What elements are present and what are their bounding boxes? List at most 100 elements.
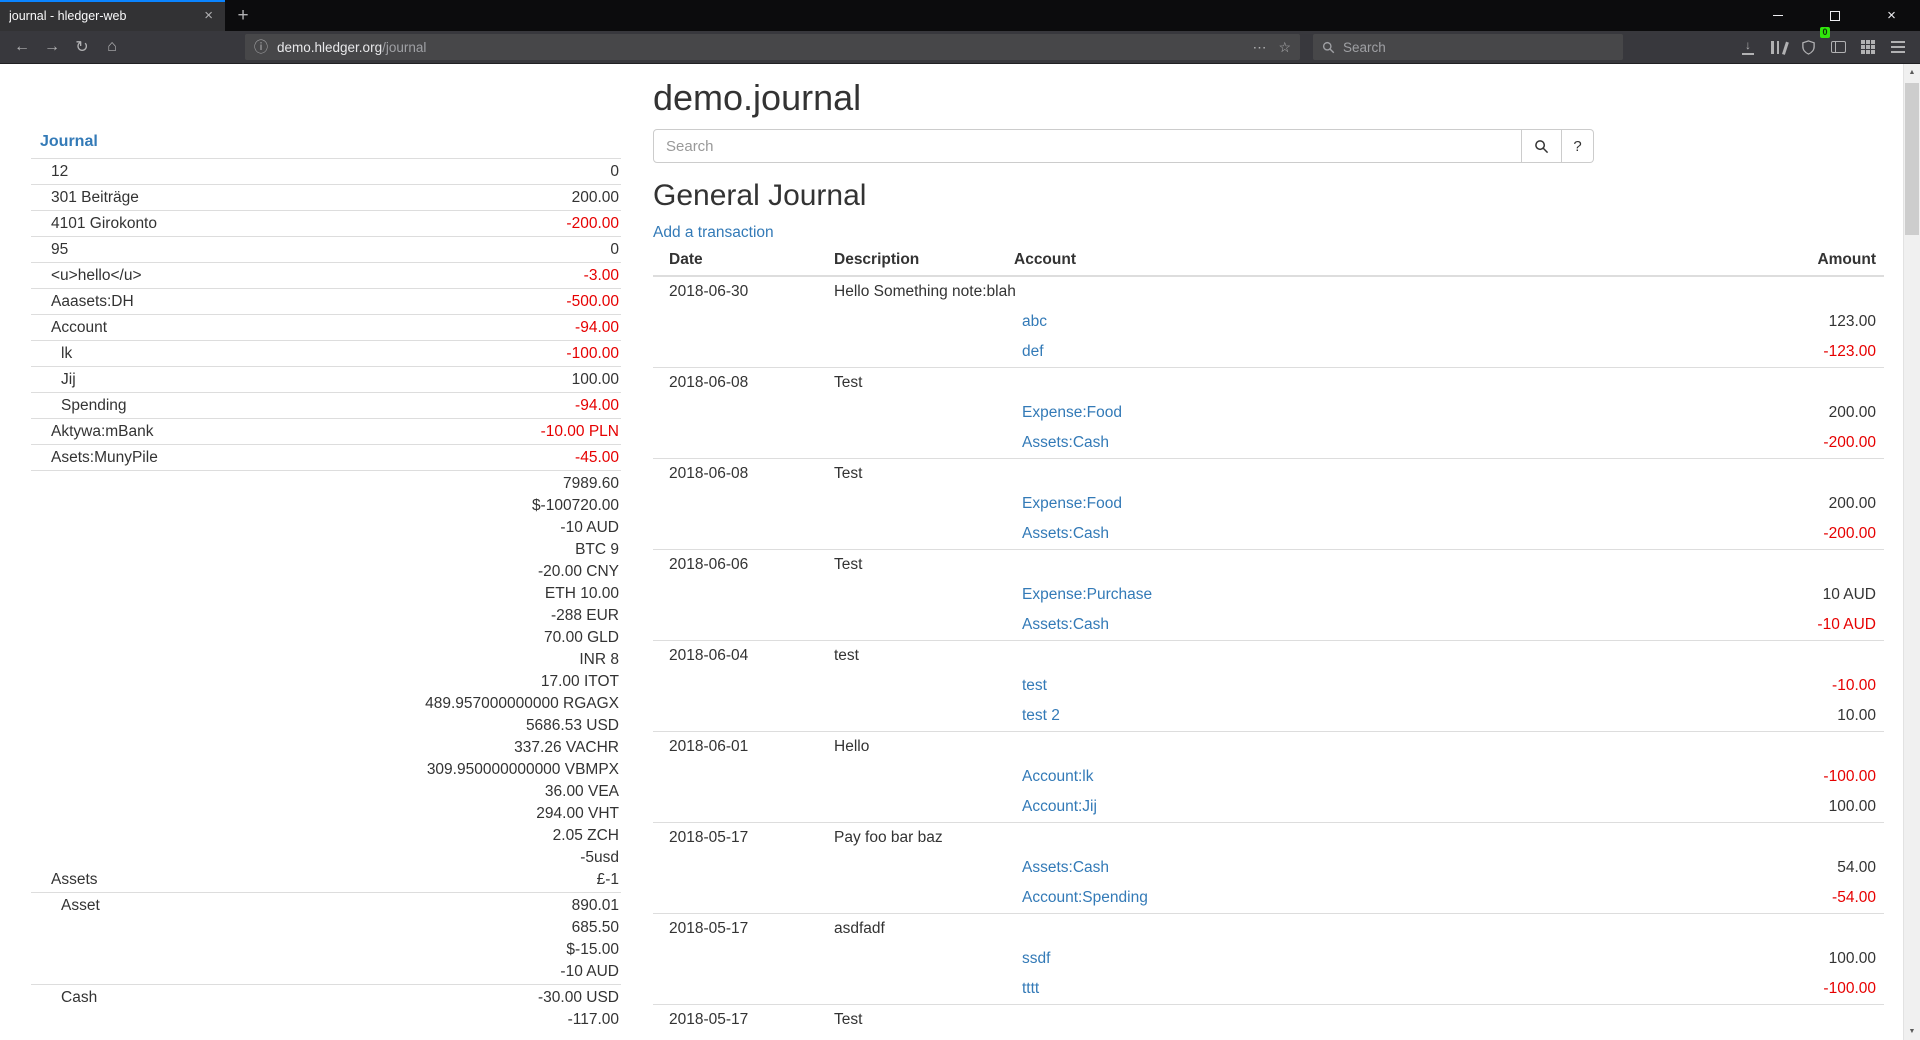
window-close-button[interactable]: ×	[1863, 0, 1920, 31]
posting-account-cell: Expense:Purchase	[1006, 580, 1604, 610]
transaction-row[interactable]: 2018-06-08Test	[653, 368, 1884, 399]
sidebar-account-link[interactable]: Assets	[31, 869, 98, 891]
sidebar-account-link[interactable]: 301 Beiträge	[31, 187, 139, 209]
page-actions-icon[interactable]: ⋯	[1252, 39, 1266, 56]
sidebar-account-link[interactable]: Asets:MunyPile	[31, 447, 158, 469]
search-icon	[1322, 41, 1335, 54]
browser-tab-journal[interactable]: journal - hledger-web ×	[0, 0, 225, 31]
sidebar-account-link[interactable]: 95	[31, 239, 68, 261]
empty-cell	[826, 944, 1006, 974]
bookmark-star-icon[interactable]: ☆	[1278, 39, 1291, 56]
transaction-description: Pay foo bar baz	[826, 823, 1884, 854]
sidebar-account-link[interactable]: Aktywa:mBank	[31, 421, 154, 443]
sidebar-account-link[interactable]: 4101 Girokonto	[31, 213, 157, 235]
posting-account-link[interactable]: abc	[1022, 313, 1047, 330]
scroll-up-arrow[interactable]: ▲	[1904, 64, 1920, 81]
posting-account-link[interactable]: Assets:Cash	[1022, 859, 1109, 876]
posting-row: tttt -100.00	[653, 974, 1884, 1005]
scroll-down-arrow[interactable]: ▼	[1904, 1023, 1920, 1040]
window-minimize-button[interactable]	[1749, 0, 1806, 31]
sidebar-account-balance: -100.00	[566, 343, 621, 365]
transaction-row[interactable]: 2018-05-17Test	[653, 1005, 1884, 1036]
transaction-date: 2018-06-08	[653, 368, 826, 399]
balance-amount: $-15.00	[560, 939, 619, 961]
sidebar-account-link[interactable]: Aaasets:DH	[31, 291, 134, 313]
minimize-icon	[1773, 15, 1783, 17]
toolbar-search-field[interactable]: Search	[1313, 34, 1623, 60]
posting-account-link[interactable]: Assets:Cash	[1022, 525, 1109, 542]
transaction-row[interactable]: 2018-05-17Pay foo bar baz	[653, 823, 1884, 854]
sidebar-account-link[interactable]: Account	[31, 317, 107, 339]
posting-account-link[interactable]: Expense:Purchase	[1022, 586, 1152, 603]
journal-link[interactable]: Journal	[40, 133, 98, 150]
downloads-button[interactable]: ↓	[1733, 33, 1763, 61]
balance-amount: 7989.60	[425, 473, 619, 495]
posting-row: Assets:Cash-10 AUD	[653, 610, 1884, 641]
posting-account-link[interactable]: Assets:Cash	[1022, 616, 1109, 633]
sidebar-account-link[interactable]: Spending	[31, 395, 127, 417]
posting-account-cell: test	[1006, 671, 1604, 701]
posting-amount: -100.00	[1604, 974, 1884, 1005]
posting-account-link[interactable]: Expense:Food	[1022, 404, 1122, 421]
balance-amount: -100.00	[566, 343, 619, 365]
search-help-button[interactable]: ?	[1562, 129, 1594, 163]
balance-amount: $-100720.00	[425, 495, 619, 517]
posting-account-link[interactable]: def	[1022, 343, 1044, 360]
transaction-description: asdfadf	[826, 914, 1884, 945]
empty-cell	[653, 883, 826, 914]
sidebar-account-row: Cash -30.00 USD-117.00	[31, 984, 621, 1032]
library-button[interactable]	[1763, 33, 1793, 61]
transaction-row[interactable]: 2018-06-01Hello	[653, 732, 1884, 763]
posting-account-link[interactable]: Account:Spending	[1022, 889, 1148, 906]
empty-cell	[653, 671, 826, 701]
reload-button[interactable]: ↻	[67, 33, 97, 61]
posting-account-link[interactable]: test	[1022, 677, 1047, 694]
url-bar[interactable]: ⓘ demo.hledger.org/journal ⋯ ☆	[245, 34, 1300, 60]
posting-account-link[interactable]: test 2	[1022, 707, 1060, 724]
posting-account-link[interactable]: Expense:Food	[1022, 495, 1122, 512]
empty-cell	[653, 428, 826, 459]
sidebar-account-link[interactable]: lk	[31, 343, 72, 365]
posting-amount: -10.00	[1604, 671, 1884, 701]
back-button[interactable]: ←	[7, 33, 37, 61]
page-scrollbar[interactable]: ▲ ▼	[1903, 64, 1920, 1040]
window-maximize-button[interactable]	[1806, 0, 1863, 31]
sidebar-account-balance: -30.00 USD-117.00	[538, 987, 621, 1031]
sidebar-account-link[interactable]: 12	[31, 161, 68, 183]
transaction-row[interactable]: 2018-06-30Hello Something note:blah	[653, 276, 1884, 307]
sidebar-account-link[interactable]: Cash	[31, 987, 97, 1009]
balance-amount: 0	[610, 161, 619, 183]
extension-button[interactable]: 0	[1793, 33, 1823, 61]
forward-button[interactable]: →	[37, 33, 67, 61]
balance-amount: 890.01	[560, 895, 619, 917]
sidebar-account-row: 4101 Girokonto-200.00	[31, 210, 621, 236]
shield-icon	[1801, 40, 1816, 55]
site-info-icon[interactable]: ⓘ	[254, 37, 268, 57]
apps-grid-button[interactable]	[1853, 33, 1883, 61]
balance-amount: 294.00 VHT	[425, 803, 619, 825]
posting-account-link[interactable]: Account:Jij	[1022, 798, 1097, 815]
home-button[interactable]: ⌂	[97, 33, 127, 61]
transaction-row[interactable]: 2018-05-17asdfadf	[653, 914, 1884, 945]
sidebar-account-balance: -3.00	[584, 265, 621, 287]
sidebar-header: Journal	[31, 128, 621, 158]
sidebar-account-link[interactable]: <u>hello</u>	[31, 265, 142, 287]
posting-row: abc123.00	[653, 307, 1884, 337]
journal-search-input[interactable]	[653, 129, 1522, 163]
posting-account-link[interactable]: tttt	[1022, 980, 1039, 997]
posting-account-link[interactable]: Account:lk	[1022, 768, 1094, 785]
sidebar-account-link[interactable]: Jij	[31, 369, 76, 391]
transaction-row[interactable]: 2018-06-04test	[653, 641, 1884, 672]
sidebar-account-link[interactable]: Asset	[31, 895, 100, 917]
new-tab-button[interactable]: +	[225, 0, 261, 31]
journal-search-button[interactable]	[1522, 129, 1562, 163]
tab-close-icon[interactable]: ×	[201, 7, 216, 24]
menu-button[interactable]	[1883, 33, 1913, 61]
transaction-row[interactable]: 2018-06-06Test	[653, 550, 1884, 581]
scrollbar-thumb[interactable]	[1905, 83, 1919, 235]
posting-account-link[interactable]: ssdf	[1022, 950, 1050, 967]
transaction-row[interactable]: 2018-06-08Test	[653, 459, 1884, 490]
posting-account-cell: Account:Jij	[1006, 792, 1604, 823]
posting-account-link[interactable]: Assets:Cash	[1022, 434, 1109, 451]
add-transaction-link[interactable]: Add a transaction	[653, 224, 774, 242]
